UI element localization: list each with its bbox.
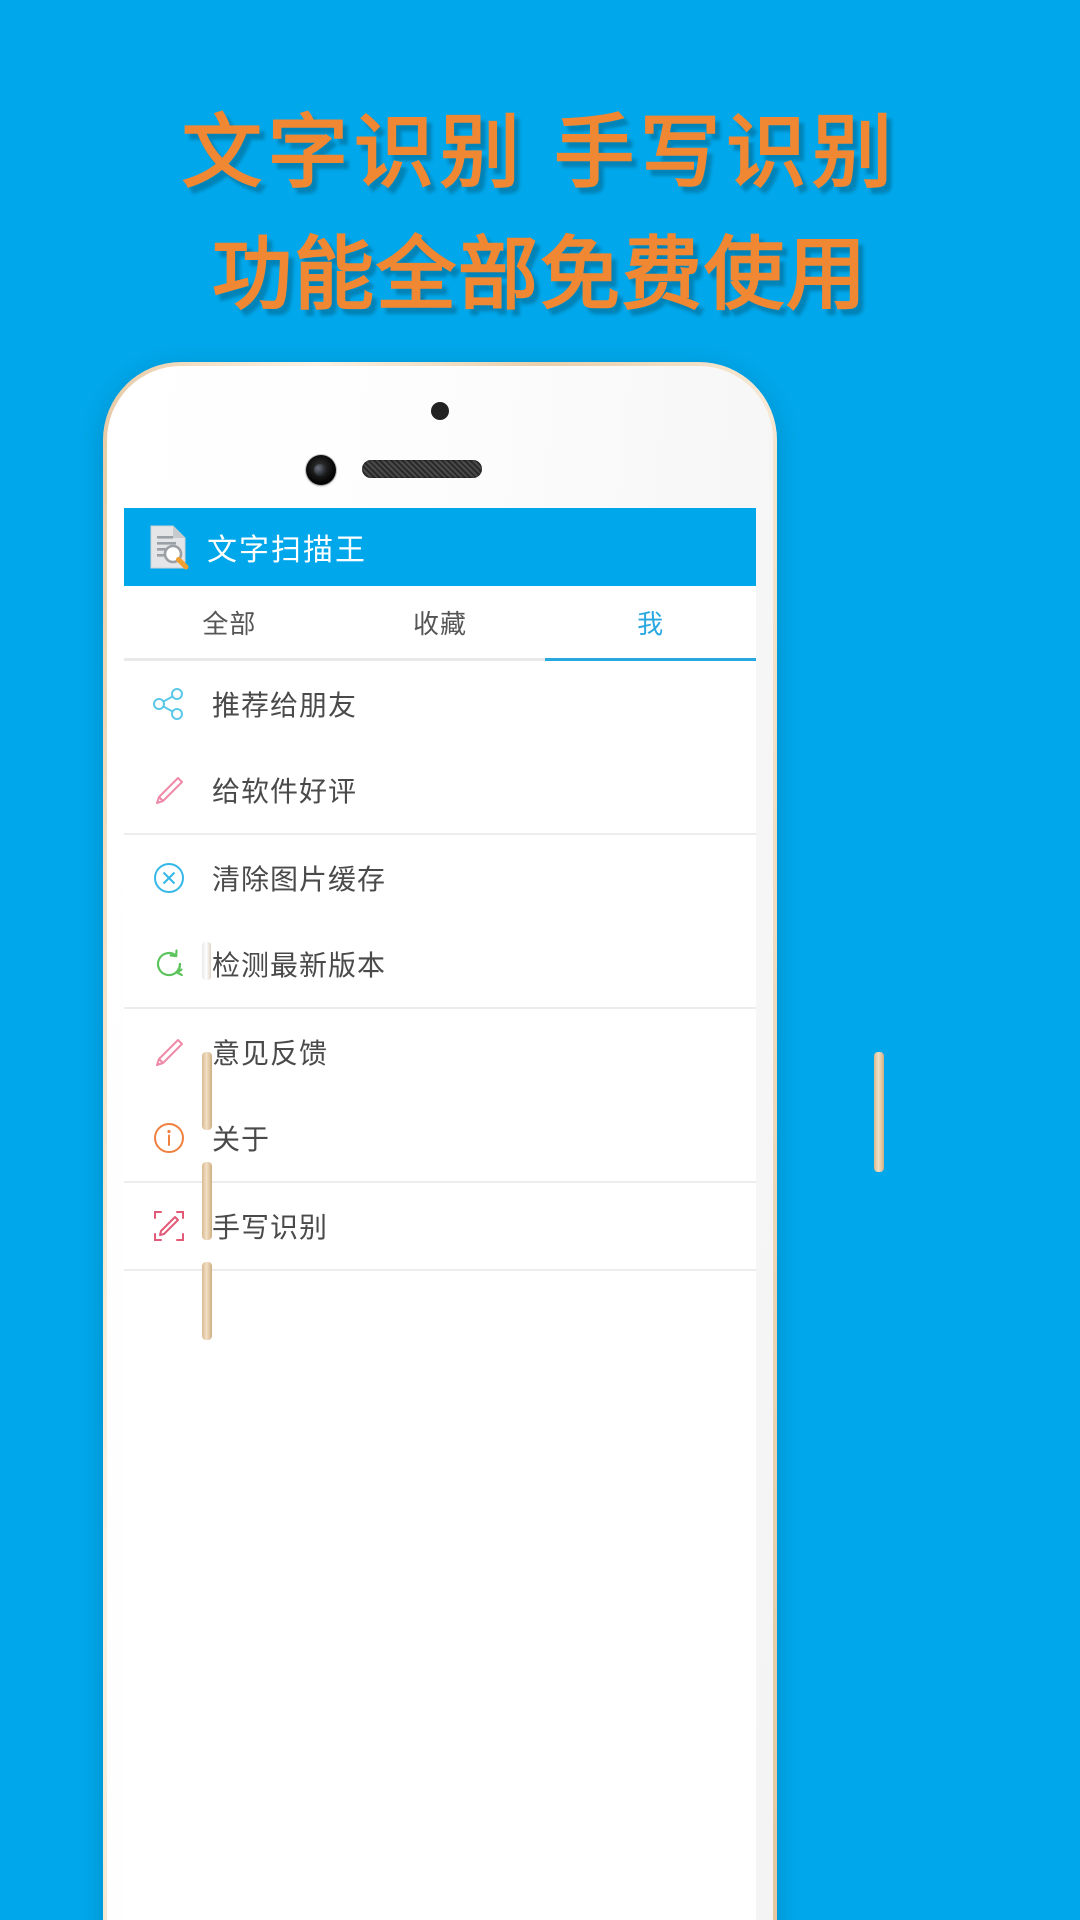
app-bar: 文字扫描王 (124, 508, 756, 586)
phone-mockup: 文字扫描王 全部 收藏 我 推荐给朋友 给软件好评 清除图片缓存 检测最新版本 … (103, 362, 884, 1920)
list-item-about[interactable]: 关于 (124, 1095, 756, 1181)
promo-line-1: 文字识别 手写识别 (181, 108, 899, 197)
tab-favorites[interactable]: 收藏 (335, 586, 546, 658)
list-item-label: 推荐给朋友 (212, 690, 358, 721)
promo-headline: 文字识别 手写识别 功能全部免费使用 (0, 92, 1080, 336)
refresh-icon (152, 947, 186, 981)
tab-active-indicator (545, 658, 756, 661)
list-item-label: 意见反馈 (212, 1038, 329, 1069)
handwriting-crop-icon (152, 1209, 186, 1243)
list-item-feedback[interactable]: 意见反馈 (124, 1009, 756, 1095)
tab-all[interactable]: 全部 (124, 586, 335, 658)
pencil-icon (152, 1035, 186, 1069)
volume-up-button-secondary[interactable] (202, 1262, 212, 1340)
settings-group-1: 推荐给朋友 给软件好评 (124, 661, 756, 835)
list-item-check-update[interactable]: 检测最新版本 (124, 921, 756, 1007)
app-screen: 文字扫描王 全部 收藏 我 推荐给朋友 给软件好评 清除图片缓存 检测最新版本 … (124, 508, 756, 1920)
close-circle-icon (152, 861, 186, 895)
list-item-rate-app[interactable]: 给软件好评 (124, 747, 756, 833)
silence-switch[interactable] (202, 942, 211, 980)
list-item-label: 检测最新版本 (212, 950, 387, 981)
power-button[interactable] (874, 1052, 884, 1172)
list-item-handwriting[interactable]: 手写识别 (124, 1183, 756, 1269)
document-scan-icon (149, 524, 189, 570)
phone-top-bezel (124, 380, 756, 508)
promo-line-2: 功能全部免费使用 (212, 230, 868, 319)
share-icon (152, 687, 186, 721)
tab-bar: 全部 收藏 我 (124, 586, 756, 661)
volume-up-button[interactable] (202, 1162, 212, 1240)
list-item-label: 给软件好评 (212, 776, 358, 807)
settings-group-4: 手写识别 (124, 1183, 756, 1271)
phone-body: 文字扫描王 全部 收藏 我 推荐给朋友 给软件好评 清除图片缓存 检测最新版本 … (107, 366, 773, 1920)
earpiece-speaker-icon (362, 460, 482, 478)
settings-group-3: 意见反馈 关于 (124, 1009, 756, 1183)
app-title: 文字扫描王 (207, 534, 367, 567)
list-item-recommend[interactable]: 推荐给朋友 (124, 661, 756, 747)
pencil-icon (152, 773, 186, 807)
volume-down-button[interactable] (202, 1052, 212, 1130)
front-camera-icon (306, 455, 336, 485)
proximity-sensor-icon (431, 402, 449, 420)
list-item-label: 关于 (212, 1124, 271, 1155)
list-item-clear-cache[interactable]: 清除图片缓存 (124, 835, 756, 921)
settings-group-2: 清除图片缓存 检测最新版本 (124, 835, 756, 1009)
list-item-label: 清除图片缓存 (212, 864, 387, 895)
list-item-label: 手写识别 (212, 1212, 329, 1243)
info-circle-icon (152, 1121, 186, 1155)
tab-me[interactable]: 我 (545, 586, 756, 658)
